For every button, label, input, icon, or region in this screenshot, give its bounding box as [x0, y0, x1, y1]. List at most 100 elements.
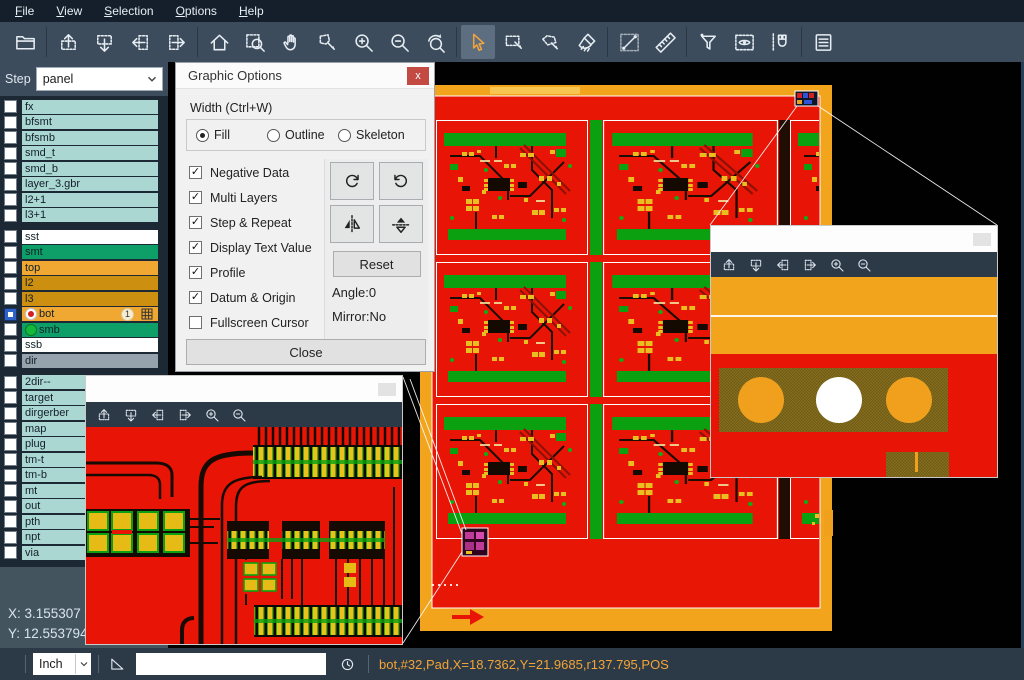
layer-bar[interactable]: ssb [22, 338, 158, 352]
layer-visible-checkbox[interactable] [4, 292, 17, 305]
layer-bar[interactable]: top [22, 261, 158, 275]
layer-visible-checkbox[interactable] [4, 162, 17, 175]
select-poly-button[interactable] [533, 25, 567, 59]
layer-row-fx[interactable]: fx [0, 99, 168, 115]
layers-panel-button[interactable] [806, 25, 840, 59]
move-right-button[interactable] [174, 405, 196, 425]
move-down-button[interactable] [745, 255, 767, 275]
history-icon[interactable] [336, 653, 358, 675]
move-left-button[interactable] [123, 25, 157, 59]
window-button[interactable] [378, 383, 396, 396]
radio-skeleton[interactable]: Skeleton [338, 128, 405, 142]
zoom-window-button[interactable] [238, 25, 272, 59]
pan-button[interactable] [274, 25, 308, 59]
command-input[interactable] [136, 653, 326, 675]
open-folder-button[interactable] [8, 25, 42, 59]
home-button[interactable] [202, 25, 236, 59]
layer-bar[interactable]: sst [22, 230, 158, 244]
checkbox-step-repeat[interactable]: ✓Step & Repeat [189, 210, 312, 235]
layer-bar[interactable]: l3 [22, 292, 158, 306]
layer-bar[interactable]: bfsmt [22, 115, 158, 129]
layer-visible-checkbox[interactable] [4, 193, 17, 206]
radio-outline[interactable]: Outline [267, 128, 329, 142]
zoom-previous-button[interactable] [418, 25, 452, 59]
layer-row-top[interactable]: top [0, 260, 168, 276]
zoom-in-button[interactable] [201, 405, 223, 425]
layer-visible-checkbox[interactable] [4, 438, 17, 451]
layer-visible-checkbox[interactable] [4, 308, 17, 321]
layer-bar[interactable]: fx [22, 100, 158, 114]
radio-fill[interactable]: Fill [196, 128, 258, 142]
layer-visible-checkbox[interactable] [4, 100, 17, 113]
layer-row-smt[interactable]: smt [0, 245, 168, 261]
snap-button[interactable] [763, 25, 797, 59]
select-button[interactable] [461, 25, 495, 59]
zoom-out-button[interactable] [382, 25, 416, 59]
magnifier-view-left[interactable] [86, 427, 402, 644]
layer-visible-checkbox[interactable] [4, 116, 17, 129]
layer-row-ssb[interactable]: ssb [0, 338, 168, 354]
move-left-button[interactable] [147, 405, 169, 425]
dialog-close-button[interactable]: x [407, 67, 429, 85]
checkbox-fullscreen-cursor[interactable]: Fullscreen Cursor [189, 310, 312, 335]
move-down-button[interactable] [87, 25, 121, 59]
layer-bar[interactable]: l3+1 [22, 208, 158, 222]
layer-visible-checkbox[interactable] [4, 339, 17, 352]
layer-bar[interactable]: smt [22, 245, 158, 259]
checkbox-display-text-value[interactable]: ✓Display Text Value [189, 235, 312, 260]
layer-visible-checkbox[interactable] [4, 178, 17, 191]
mirror-vertical-button[interactable] [330, 205, 374, 243]
layer-bar[interactable]: smb [22, 323, 158, 337]
layer-row-sst[interactable]: sst [0, 229, 168, 245]
layer-row-bfsmt[interactable]: bfsmt [0, 115, 168, 131]
layer-bar[interactable]: bfsmb [22, 131, 158, 145]
layer-row-layer_3.gbr[interactable]: layer_3.gbr [0, 177, 168, 193]
layer-visible-checkbox[interactable] [4, 131, 17, 144]
layer-visible-checkbox[interactable] [4, 515, 17, 528]
layer-bar[interactable]: smd_b [22, 162, 158, 176]
rotate-cw-button[interactable] [330, 162, 374, 200]
layer-row-l2+1[interactable]: l2+1 [0, 192, 168, 208]
zoom-in-button[interactable] [826, 255, 848, 275]
layer-visible-checkbox[interactable] [4, 354, 17, 367]
highlight-button[interactable] [727, 25, 761, 59]
move-left-button[interactable] [772, 255, 794, 275]
layer-visible-checkbox[interactable] [4, 277, 17, 290]
menu-help[interactable]: Help [228, 0, 275, 22]
layer-row-l2[interactable]: l2 [0, 276, 168, 292]
clean-button[interactable] [569, 25, 603, 59]
layer-bar[interactable]: l2 [22, 276, 158, 290]
reset-button[interactable]: Reset [333, 251, 421, 277]
magnifier-window-right[interactable] [710, 225, 998, 478]
zoom-out-button[interactable] [853, 255, 875, 275]
layer-bar[interactable]: l2+1 [22, 193, 158, 207]
layer-visible-checkbox[interactable] [4, 546, 17, 559]
grid-icon[interactable] [141, 308, 153, 320]
move-selection-button[interactable] [310, 25, 344, 59]
ruler-button[interactable] [648, 25, 682, 59]
select-rect-button[interactable] [497, 25, 531, 59]
unit-select[interactable]: Inch [33, 653, 91, 675]
layer-row-smd_t[interactable]: smd_t [0, 146, 168, 162]
window-button[interactable] [973, 233, 991, 246]
move-right-button[interactable] [799, 255, 821, 275]
layer-visible-checkbox[interactable] [4, 230, 17, 243]
move-up-button[interactable] [718, 255, 740, 275]
layer-visible-checkbox[interactable] [4, 246, 17, 259]
move-right-button[interactable] [159, 25, 193, 59]
layer-visible-checkbox[interactable] [4, 209, 17, 222]
magnifier-titlebar[interactable] [86, 376, 402, 402]
checkbox-datum-origin[interactable]: ✓Datum & Origin [189, 285, 312, 310]
layer-row-bfsmb[interactable]: bfsmb [0, 130, 168, 146]
step-select[interactable]: panel [36, 67, 163, 91]
checkbox-multi-layers[interactable]: ✓Multi Layers [189, 185, 312, 210]
layer-visible-checkbox[interactable] [4, 376, 17, 389]
layer-visible-checkbox[interactable] [4, 484, 17, 497]
measure-button[interactable] [612, 25, 646, 59]
layer-row-bot[interactable]: bot1 [0, 307, 168, 323]
rotate-ccw-button[interactable] [379, 162, 423, 200]
angle-reference-icon[interactable] [106, 653, 128, 675]
filter-button[interactable] [691, 25, 725, 59]
layer-bar[interactable]: dir [22, 354, 158, 368]
zoom-in-button[interactable] [346, 25, 380, 59]
